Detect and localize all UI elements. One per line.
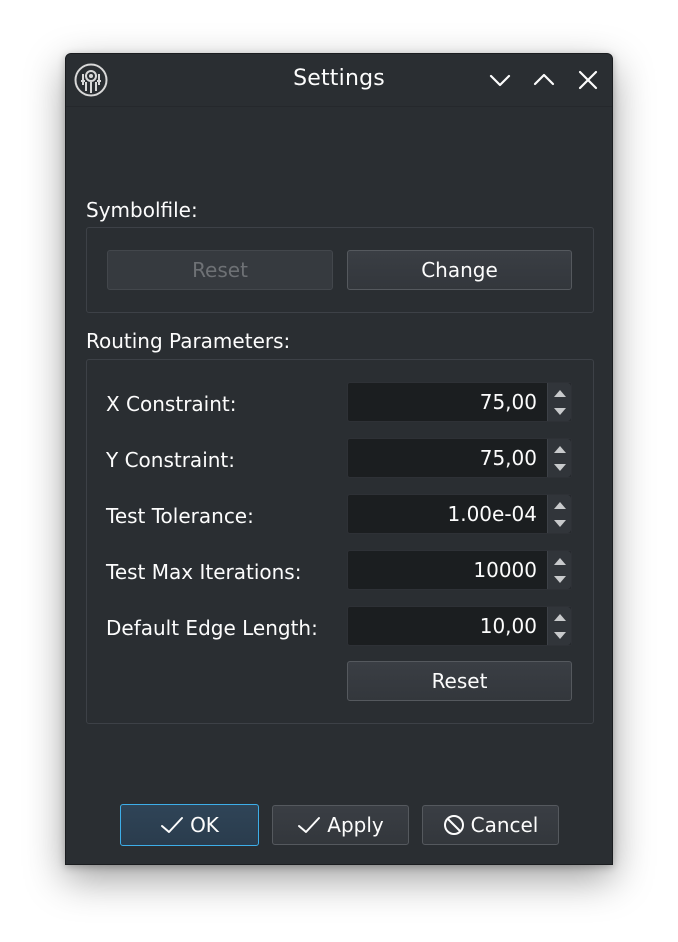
spin-arrows [547, 607, 571, 645]
symbolfile-reset-button[interactable]: Reset [107, 250, 333, 290]
chevron-down-icon [489, 74, 511, 87]
spin-down-arrow-icon[interactable] [552, 460, 568, 474]
spin-up-arrow-icon[interactable] [552, 611, 568, 625]
cancel-button-label: Cancel [470, 813, 539, 837]
spin-arrows [547, 551, 571, 589]
routing-parameters-label: Routing Parameters: [86, 329, 291, 353]
spin-arrows [547, 439, 571, 477]
title-bar: Settings [66, 54, 612, 107]
spin-down-arrow-icon[interactable] [552, 404, 568, 418]
test-tolerance-value[interactable]: 1.00e-04 [447, 495, 537, 533]
symbolfile-label: Symbolfile: [86, 198, 198, 222]
y-constraint-value[interactable]: 75,00 [480, 439, 537, 477]
default-edge-length-label: Default Edge Length: [106, 616, 318, 640]
checkmark-icon [161, 816, 184, 833]
default-edge-length-value[interactable]: 10,00 [480, 607, 537, 645]
spin-arrows [547, 495, 571, 533]
ok-button-label: OK [190, 813, 219, 837]
cancel-icon [443, 814, 464, 835]
close-button[interactable] [574, 66, 602, 94]
spin-down-arrow-icon[interactable] [552, 628, 568, 642]
test-max-iterations-value[interactable]: 10000 [473, 551, 537, 589]
spin-up-arrow-icon[interactable] [552, 443, 568, 457]
symbolfile-change-button[interactable]: Change [347, 250, 572, 290]
routing-reset-button[interactable]: Reset [347, 661, 572, 701]
symbolfile-group: Reset Change [86, 227, 594, 313]
apply-button-label: Apply [327, 813, 384, 837]
spin-arrows [547, 383, 571, 421]
chevron-up-icon [533, 73, 555, 86]
spin-up-arrow-icon[interactable] [552, 387, 568, 401]
spin-down-arrow-icon[interactable] [552, 516, 568, 530]
minimize-button[interactable] [486, 66, 514, 94]
test-max-iterations-label: Test Max Iterations: [106, 560, 302, 584]
maximize-button[interactable] [530, 66, 558, 94]
test-max-iterations-spinbox[interactable]: 10000 [347, 550, 572, 590]
y-constraint-label: Y Constraint: [106, 448, 236, 472]
x-constraint-value[interactable]: 75,00 [480, 383, 537, 421]
test-tolerance-spinbox[interactable]: 1.00e-04 [347, 494, 572, 534]
checkmark-icon [298, 816, 321, 833]
cancel-button[interactable]: Cancel [422, 805, 559, 845]
test-tolerance-label: Test Tolerance: [106, 504, 254, 528]
close-icon [578, 70, 598, 90]
spin-up-arrow-icon[interactable] [552, 499, 568, 513]
x-constraint-spinbox[interactable]: 75,00 [347, 382, 572, 422]
ok-button[interactable]: OK [120, 804, 259, 846]
apply-button[interactable]: Apply [272, 805, 409, 845]
y-constraint-spinbox[interactable]: 75,00 [347, 438, 572, 478]
spin-up-arrow-icon[interactable] [552, 555, 568, 569]
settings-dialog: Settings Symbolfile: Reset Change Routin… [65, 53, 613, 865]
default-edge-length-spinbox[interactable]: 10,00 [347, 606, 572, 646]
spin-down-arrow-icon[interactable] [552, 572, 568, 586]
x-constraint-label: X Constraint: [106, 392, 237, 416]
